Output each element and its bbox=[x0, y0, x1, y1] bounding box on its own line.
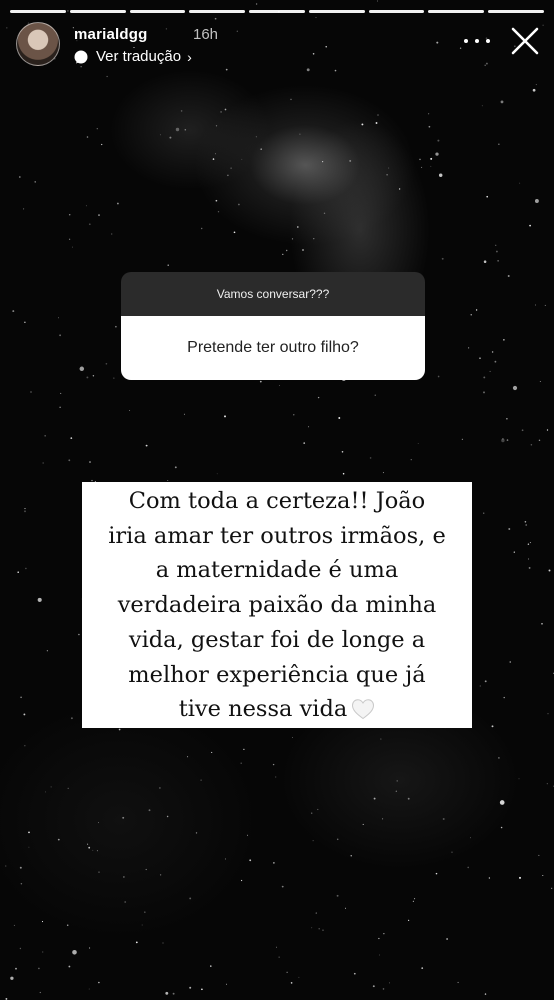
progress-segment bbox=[69, 10, 126, 13]
answer-line: verdadeira paixão da minha bbox=[117, 592, 437, 619]
progress-segment bbox=[488, 10, 545, 13]
progress-segment bbox=[189, 10, 246, 13]
answer-line: iria amar ter outros irmãos, e bbox=[108, 522, 446, 549]
profile-avatar[interactable] bbox=[16, 22, 60, 66]
answer-line: vida, gestar foi de longe a bbox=[128, 626, 426, 653]
translate-link[interactable]: Ver tradução › bbox=[74, 48, 192, 65]
story-progress-bar bbox=[10, 10, 545, 13]
progress-segment bbox=[308, 10, 365, 13]
close-icon[interactable] bbox=[510, 26, 540, 56]
question-sticker[interactable]: Vamos conversar??? Pretende ter outro fi… bbox=[121, 272, 425, 380]
answer-last-line: tive nessa vida bbox=[88, 692, 466, 727]
progress-segment bbox=[129, 10, 186, 13]
answer-text-box: Com toda a certeza!! João iria amar ter … bbox=[82, 482, 472, 728]
answer-line: tive nessa vida bbox=[178, 696, 348, 723]
answer-line: melhor experiência que já bbox=[128, 661, 426, 688]
post-time: 16h bbox=[193, 26, 219, 43]
progress-segment bbox=[368, 10, 425, 13]
question-sticker-title: Vamos conversar??? bbox=[121, 272, 425, 316]
white-heart-icon bbox=[352, 699, 375, 720]
answer-line: Com toda a certeza!! João bbox=[128, 488, 426, 514]
username[interactable]: marialdgg bbox=[74, 26, 147, 43]
story-header: marialdgg 16h Ver tradução › bbox=[16, 22, 542, 68]
speech-bubble-icon bbox=[74, 50, 88, 63]
progress-segment bbox=[10, 10, 66, 13]
answer-line: a maternidade é uma bbox=[155, 557, 399, 584]
progress-segment bbox=[249, 10, 305, 13]
progress-segment bbox=[428, 10, 485, 13]
chevron-right-icon: › bbox=[187, 48, 192, 65]
more-dots-icon[interactable] bbox=[464, 36, 492, 46]
question-text: Pretende ter outro filho? bbox=[121, 316, 425, 380]
translate-label: Ver tradução bbox=[96, 48, 182, 65]
